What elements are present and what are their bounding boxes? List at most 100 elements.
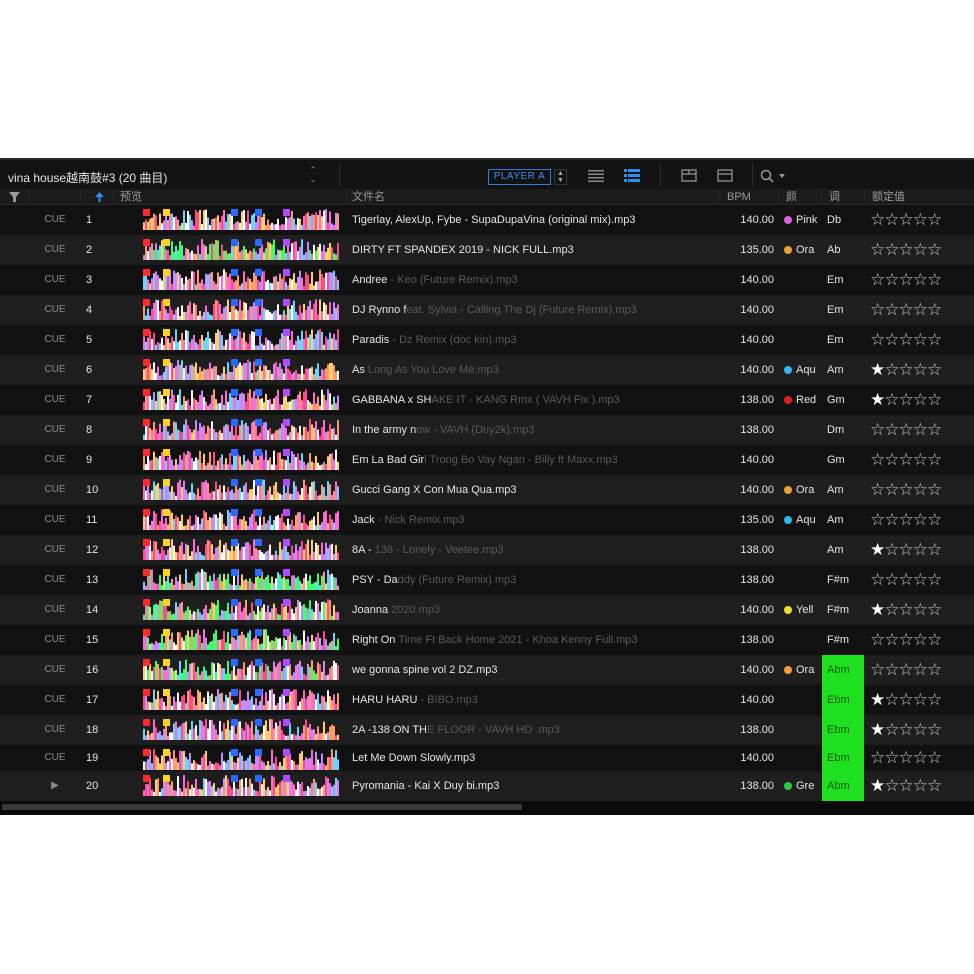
waveform-preview[interactable] — [143, 659, 339, 680]
star-filled-icon[interactable]: ★ — [870, 390, 885, 409]
star-empty-icon[interactable]: ☆ — [899, 360, 914, 379]
playlist-title[interactable]: vina house越南鼓#3 (20 曲目) — [8, 169, 167, 186]
cue-button[interactable]: CUE — [30, 625, 80, 655]
track-rating[interactable]: ☆☆☆☆☆ — [870, 265, 974, 295]
waveform-preview[interactable] — [143, 449, 339, 470]
waveform-preview[interactable] — [143, 389, 339, 410]
star-empty-icon[interactable]: ☆ — [913, 540, 928, 559]
star-empty-icon[interactable]: ☆ — [884, 630, 899, 649]
star-empty-icon[interactable]: ☆ — [899, 540, 914, 559]
track-rating[interactable]: ☆☆☆☆☆ — [870, 445, 974, 475]
star-empty-icon[interactable]: ☆ — [870, 630, 885, 649]
star-empty-icon[interactable]: ☆ — [927, 510, 942, 529]
table-row[interactable]: CUE 12 8A - 138 - Lonely - Veetee.mp3 138.0… — [0, 535, 974, 565]
waveform-preview[interactable] — [143, 689, 339, 710]
star-empty-icon[interactable]: ☆ — [884, 210, 899, 229]
star-filled-icon[interactable]: ★ — [870, 690, 885, 709]
star-empty-icon[interactable]: ☆ — [884, 270, 899, 289]
track-rating[interactable]: ★☆☆☆☆ — [870, 715, 974, 745]
column-bpm[interactable]: BPM — [727, 189, 751, 205]
cue-button[interactable]: CUE — [30, 385, 80, 415]
star-empty-icon[interactable]: ☆ — [899, 210, 914, 229]
star-empty-icon[interactable]: ☆ — [927, 270, 942, 289]
star-empty-icon[interactable]: ☆ — [884, 510, 899, 529]
waveform-preview[interactable] — [143, 209, 339, 230]
star-empty-icon[interactable]: ☆ — [884, 420, 899, 439]
waveform-preview[interactable] — [143, 569, 339, 590]
star-empty-icon[interactable]: ☆ — [899, 600, 914, 619]
cue-button[interactable]: CUE — [30, 265, 80, 295]
track-rating[interactable]: ★☆☆☆☆ — [870, 771, 974, 801]
waveform-preview[interactable] — [143, 239, 339, 260]
star-empty-icon[interactable]: ☆ — [870, 420, 885, 439]
table-row[interactable]: CUE 8 In the army now - VAVH (Duy2k).mp3 13… — [0, 415, 974, 445]
track-rating[interactable]: ☆☆☆☆☆ — [870, 625, 974, 655]
table-row[interactable]: CUE 19 Let Me Down Slowly.mp3 140.00 Ebm ☆☆☆☆… — [0, 745, 974, 775]
star-empty-icon[interactable]: ☆ — [870, 240, 885, 259]
waveform-preview[interactable] — [143, 509, 339, 530]
table-row[interactable]: CUE 16 we gonna spine vol 2 DZ.mp3 140.00 Or… — [0, 655, 974, 685]
track-rating[interactable]: ☆☆☆☆☆ — [870, 235, 974, 265]
table-row[interactable]: CUE 5 Paradis - Dz Remix (doc kin).mp3 140.… — [0, 325, 974, 355]
star-empty-icon[interactable]: ☆ — [899, 776, 914, 795]
star-empty-icon[interactable]: ☆ — [927, 776, 942, 795]
table-row[interactable]: CUE 13 PSY - Daddy (Future Remix).mp3 138.0… — [0, 565, 974, 595]
star-empty-icon[interactable]: ☆ — [927, 630, 942, 649]
star-empty-icon[interactable]: ☆ — [913, 330, 928, 349]
star-empty-icon[interactable]: ☆ — [913, 390, 928, 409]
star-empty-icon[interactable]: ☆ — [870, 330, 885, 349]
star-empty-icon[interactable]: ☆ — [870, 510, 885, 529]
table-row[interactable]: CUE 6 As Long As You Love Me.mp3 140.00 Aqu A… — [0, 355, 974, 385]
track-rating[interactable]: ★☆☆☆☆ — [870, 385, 974, 415]
star-empty-icon[interactable]: ☆ — [927, 360, 942, 379]
star-empty-icon[interactable]: ☆ — [899, 570, 914, 589]
star-empty-icon[interactable]: ☆ — [927, 330, 942, 349]
column-filename[interactable]: 文件名 — [352, 189, 385, 205]
star-filled-icon[interactable]: ★ — [870, 776, 885, 795]
star-empty-icon[interactable]: ☆ — [870, 748, 885, 767]
star-empty-icon[interactable]: ☆ — [884, 450, 899, 469]
star-empty-icon[interactable]: ☆ — [927, 570, 942, 589]
star-empty-icon[interactable]: ☆ — [884, 600, 899, 619]
table-row[interactable]: CUE 10 Gucci Gang X Con Mua Qua.mp3 140.00 O… — [0, 475, 974, 505]
star-empty-icon[interactable]: ☆ — [899, 270, 914, 289]
waveform-preview[interactable] — [143, 479, 339, 500]
play-icon[interactable]: ▶ — [30, 771, 80, 801]
column-key[interactable]: 调 — [829, 189, 840, 205]
star-empty-icon[interactable]: ☆ — [913, 480, 928, 499]
star-empty-icon[interactable]: ☆ — [884, 540, 899, 559]
track-rating[interactable]: ☆☆☆☆☆ — [870, 655, 974, 685]
list-view-icon[interactable] — [588, 169, 604, 183]
track-rating[interactable]: ☆☆☆☆☆ — [870, 205, 974, 235]
star-empty-icon[interactable]: ☆ — [927, 540, 942, 559]
waveform-preview[interactable] — [143, 359, 339, 380]
track-rating[interactable]: ★☆☆☆☆ — [870, 355, 974, 385]
waveform-preview[interactable] — [143, 329, 339, 350]
star-empty-icon[interactable]: ☆ — [913, 600, 928, 619]
track-rating[interactable]: ☆☆☆☆☆ — [870, 505, 974, 535]
star-empty-icon[interactable]: ☆ — [913, 776, 928, 795]
star-empty-icon[interactable]: ☆ — [913, 270, 928, 289]
table-row[interactable]: CUE 15 Right On Time Ft Back Home 2021 - K… — [0, 625, 974, 655]
star-empty-icon[interactable]: ☆ — [927, 748, 942, 767]
detail-list-view-icon[interactable] — [624, 169, 640, 183]
table-row[interactable]: CUE 14 Joanna 2020.mp3 140.00 Yell F#m ★☆☆☆☆ — [0, 595, 974, 625]
cue-button[interactable]: CUE — [30, 475, 80, 505]
star-empty-icon[interactable]: ☆ — [927, 480, 942, 499]
star-empty-icon[interactable]: ☆ — [927, 210, 942, 229]
playlist-selector-arrows-icon[interactable]: ⌃ ⌄ — [306, 166, 320, 186]
star-empty-icon[interactable]: ☆ — [884, 330, 899, 349]
star-empty-icon[interactable]: ☆ — [899, 390, 914, 409]
cue-button[interactable]: CUE — [30, 235, 80, 265]
star-filled-icon[interactable]: ★ — [870, 720, 885, 739]
star-empty-icon[interactable]: ☆ — [884, 776, 899, 795]
cue-button[interactable]: CUE — [30, 295, 80, 325]
star-empty-icon[interactable]: ☆ — [884, 240, 899, 259]
table-row[interactable]: CUE 17 HARU HARU - BIBO.mp3 140.00 Ebm ★☆☆☆☆ — [0, 685, 974, 715]
star-empty-icon[interactable]: ☆ — [927, 240, 942, 259]
star-empty-icon[interactable]: ☆ — [913, 450, 928, 469]
star-empty-icon[interactable]: ☆ — [913, 720, 928, 739]
star-empty-icon[interactable]: ☆ — [899, 510, 914, 529]
cue-button[interactable]: CUE — [30, 415, 80, 445]
table-row[interactable]: CUE 4 DJ Rynno feat. Sylvia - Calling The … — [0, 295, 974, 325]
